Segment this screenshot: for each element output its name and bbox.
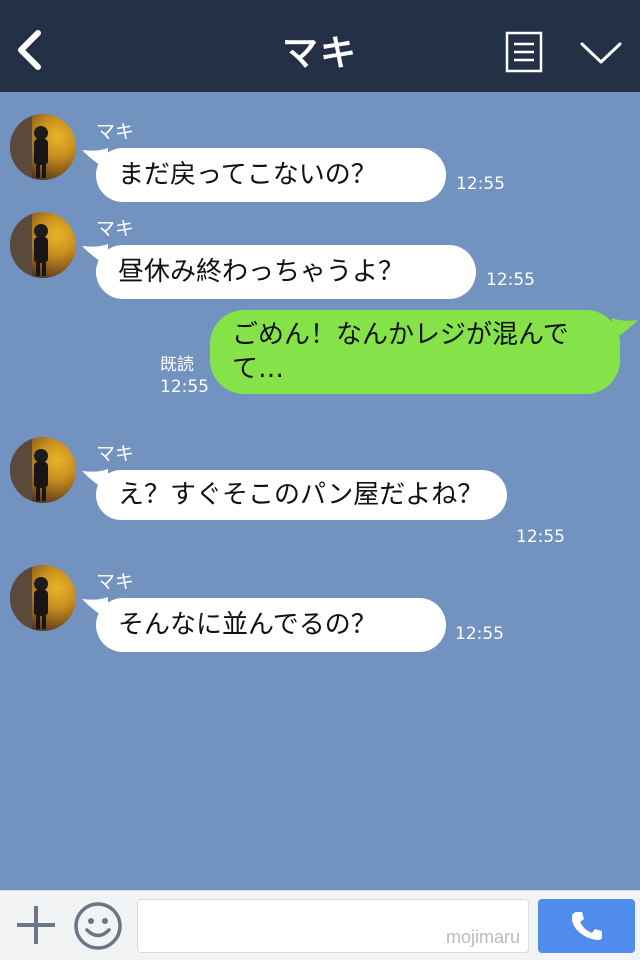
avatar[interactable] — [10, 114, 76, 180]
avatar[interactable] — [10, 437, 76, 503]
message-time: 12:55 — [160, 377, 209, 397]
phone-icon — [571, 912, 602, 940]
add-button[interactable] — [15, 904, 57, 946]
message-time: 12:55 — [516, 527, 565, 547]
read-status: 既読 — [160, 355, 194, 375]
message-bubble[interactable]: 昼休み終わっちゃうよ？ — [96, 245, 476, 299]
message-bubble[interactable]: まだ戻ってこないの？ — [96, 148, 446, 202]
avatar[interactable] — [10, 212, 76, 278]
emoji-button[interactable] — [73, 901, 123, 951]
read-receipt: 既読 12:55 — [160, 354, 209, 398]
sender-name: マキ — [96, 121, 135, 143]
message-list[interactable]: マキ まだ戻ってこないの？ 12:55 マキ 昼休み終わっちゃうよ？ 12:55… — [0, 92, 640, 890]
message-bubble[interactable]: そんなに並んでるの？ — [96, 598, 446, 652]
call-button[interactable] — [538, 899, 635, 953]
watermark: mojimaru — [445, 927, 520, 947]
message-time: 12:55 — [486, 270, 535, 290]
sender-name: マキ — [96, 218, 135, 240]
input-bar: mojimaru — [0, 890, 640, 960]
message-bubble[interactable]: ごめん！なんかレジが混んでて… — [210, 310, 620, 394]
menu-button[interactable] — [505, 31, 543, 73]
message-bubble[interactable]: え？すぐそこのパン屋だよね？ — [96, 470, 507, 520]
sender-name: マキ — [96, 571, 135, 593]
avatar[interactable] — [10, 565, 76, 631]
message-input[interactable]: mojimaru — [137, 899, 529, 953]
list-icon — [505, 31, 543, 73]
message-time: 12:55 — [455, 624, 504, 644]
chat-header: マキ — [0, 0, 640, 92]
message-time: 12:55 — [456, 174, 505, 194]
plus-icon — [17, 906, 55, 944]
chevron-down-icon — [580, 42, 622, 64]
sender-name: マキ — [96, 443, 135, 465]
collapse-button[interactable] — [578, 36, 624, 68]
page-title: マキ — [281, 33, 358, 74]
smiley-icon — [74, 902, 122, 950]
